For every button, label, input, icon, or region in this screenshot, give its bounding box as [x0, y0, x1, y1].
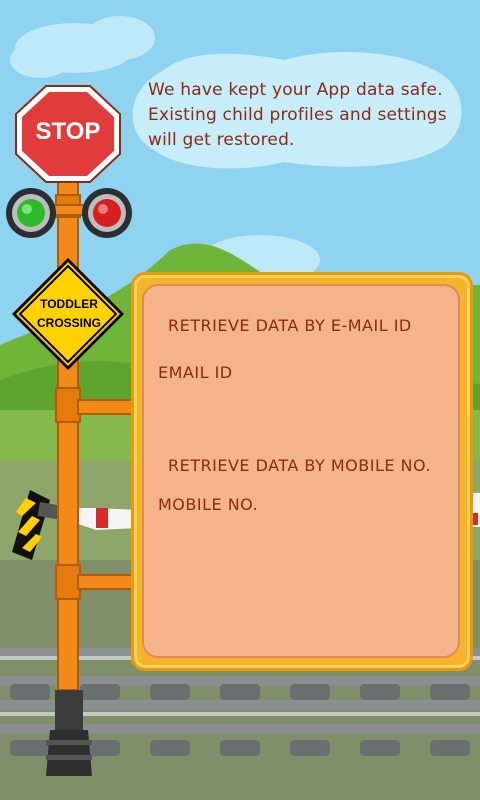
email-id-field[interactable]: EMAIL ID: [158, 363, 233, 382]
crossing-label: TODDLER CROSSING: [22, 295, 116, 333]
crossing-line-2: CROSSING: [36, 316, 101, 330]
retrieve-by-email-option[interactable]: RETRIEVE DATA BY E-MAIL ID: [168, 316, 412, 335]
restore-message: We have kept your App data safe. Existin…: [148, 78, 458, 153]
crossing-line-1: TODDLER: [40, 297, 98, 311]
retrieve-by-mobile-option[interactable]: RETRIEVE DATA BY MOBILE NO.: [168, 456, 431, 475]
message-line-1: We have kept your App data safe.: [148, 80, 443, 100]
message-line-2: Existing child profiles and settings: [148, 105, 447, 125]
mobile-no-field[interactable]: MOBILE NO.: [158, 495, 258, 514]
red-light-icon: [82, 188, 132, 238]
green-light-icon: [6, 188, 56, 238]
message-line-3: will get restored.: [148, 130, 295, 150]
stop-label: STOP: [35, 118, 101, 145]
